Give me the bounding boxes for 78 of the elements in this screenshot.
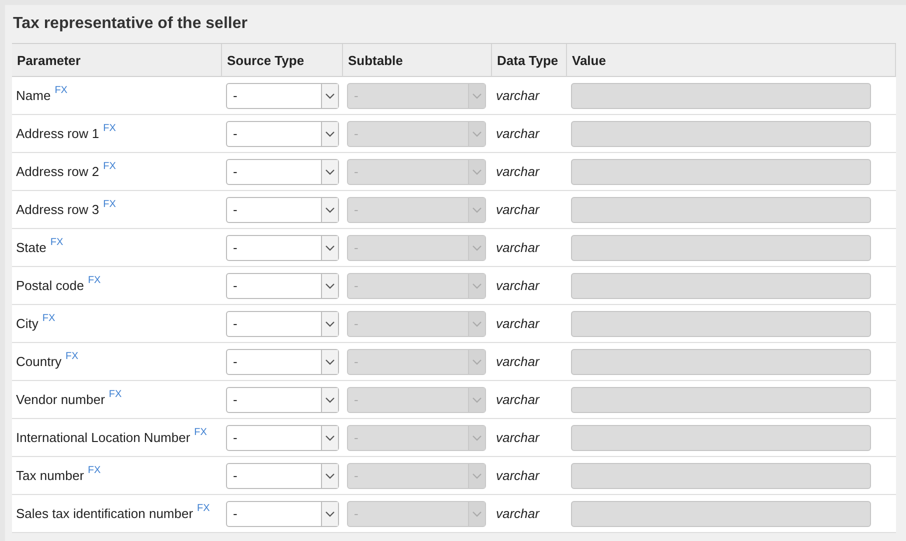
caret-icon (472, 396, 482, 402)
parameter-name: State (16, 240, 46, 255)
fx-link[interactable]: FX (66, 351, 78, 362)
fx-link[interactable]: FX (88, 275, 101, 286)
caret-icon (325, 434, 335, 440)
caret-icon (472, 92, 482, 98)
caret-icon (472, 434, 482, 440)
source-type-dropdown[interactable]: - (226, 500, 339, 526)
column-header: Data Type (492, 44, 567, 77)
fx-link[interactable]: FX (103, 161, 116, 172)
caret-icon (472, 130, 482, 136)
parameter-name: Tax number (16, 468, 84, 483)
source-type-dropdown[interactable]: - (226, 424, 339, 450)
caret-icon (325, 396, 335, 402)
caret-icon (472, 320, 482, 326)
section-title: Tax representative of the seller (12, 14, 248, 34)
data-type: varchar (496, 354, 540, 369)
data-type: varchar (496, 506, 540, 521)
parameter-name: City (16, 316, 38, 331)
caret-icon (472, 472, 482, 478)
caret-icon (325, 206, 335, 212)
column-header: Source Type (222, 44, 343, 77)
caret-icon (325, 358, 335, 364)
source-type-dropdown[interactable]: - (226, 462, 339, 488)
column-header: Parameter (12, 44, 222, 77)
source-type-dropdown[interactable]: - (226, 120, 339, 146)
source-type-dropdown[interactable]: - (226, 82, 339, 108)
caret-icon (472, 206, 482, 212)
fx-link[interactable]: FX (197, 503, 210, 514)
fx-link[interactable]: FX (88, 465, 101, 476)
fx-link[interactable]: FX (103, 199, 116, 210)
parameter-name: Vendor number (16, 392, 105, 407)
source-type-dropdown[interactable]: - (226, 196, 339, 222)
parameter-name: Country (16, 354, 62, 369)
fx-link[interactable]: FX (54, 85, 68, 96)
parameter-name: Name (16, 88, 51, 103)
source-type-dropdown[interactable]: - (226, 234, 339, 260)
data-type: varchar (496, 240, 540, 255)
parameter-name: Address row 2 (16, 164, 100, 179)
caret-icon (472, 168, 482, 174)
fx-link[interactable]: FX (50, 237, 64, 248)
parameter-name: Postal code (16, 278, 84, 293)
caret-icon (325, 244, 335, 250)
caret-icon (325, 130, 335, 136)
caret-icon (325, 320, 335, 326)
fx-link[interactable]: FX (194, 427, 207, 438)
parameter-name: Address row 3 (16, 202, 100, 217)
data-type: varchar (496, 88, 540, 103)
source-type-dropdown[interactable]: - (226, 348, 339, 374)
source-type-dropdown[interactable]: - (226, 158, 339, 184)
data-type: varchar (496, 126, 540, 141)
caret-icon (325, 510, 335, 516)
caret-icon (472, 358, 482, 364)
column-header: Subtable (343, 44, 492, 77)
parameter-name: International Location Number (16, 430, 190, 445)
source-type-dropdown[interactable]: - (226, 272, 339, 298)
data-type: varchar (496, 430, 540, 445)
source-type-dropdown[interactable]: - (226, 386, 339, 412)
column-header: Value (567, 44, 896, 77)
data-type: varchar (496, 202, 540, 217)
fx-link[interactable]: FX (108, 389, 122, 400)
caret-icon (472, 282, 482, 288)
data-type: varchar (496, 316, 540, 331)
parameter-name: Address row 1 (16, 126, 100, 141)
caret-icon (325, 92, 335, 98)
data-type: varchar (496, 392, 540, 407)
data-type: varchar (496, 164, 540, 179)
data-type: varchar (496, 278, 540, 293)
caret-icon (472, 510, 482, 516)
caret-icon (325, 472, 335, 478)
data-type: varchar (496, 468, 540, 483)
caret-icon (472, 244, 482, 250)
caret-icon (325, 282, 335, 288)
caret-icon (325, 168, 335, 174)
parameter-name: Sales tax identification number (16, 506, 194, 521)
fx-link[interactable]: FX (42, 313, 56, 324)
source-type-dropdown[interactable]: - (226, 310, 339, 336)
fx-link[interactable]: FX (103, 123, 116, 134)
